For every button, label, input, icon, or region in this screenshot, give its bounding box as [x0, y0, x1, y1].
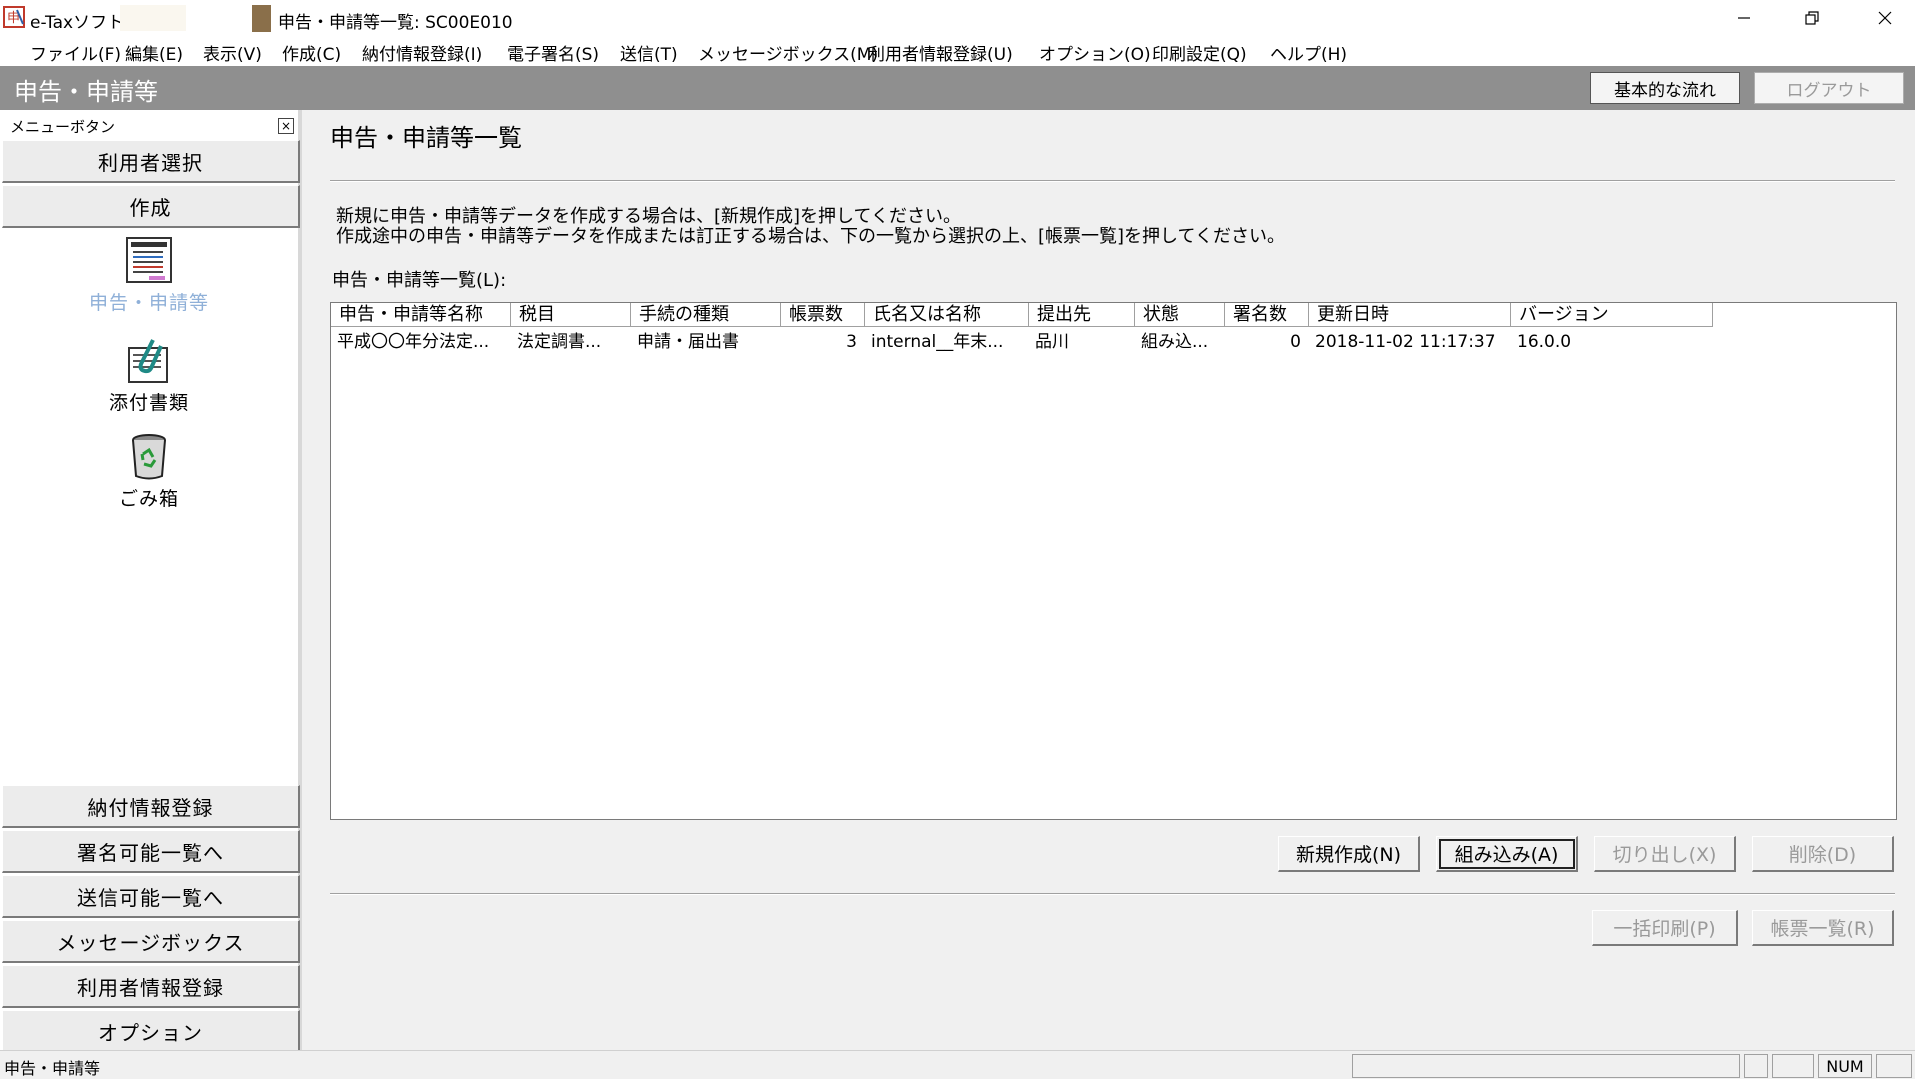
window-title: 申告・申請等一覧: SC00E010 [278, 13, 513, 33]
menu-payment-info[interactable]: 納付情報登録(I) [362, 40, 482, 65]
menu-file[interactable]: ファイル(F) [30, 40, 121, 65]
header-title: 申告・申請等 [14, 78, 158, 106]
page-header: 申告・申請等 基本的な流れ ログアウト [0, 66, 1915, 110]
document-list-icon [126, 237, 172, 283]
menu-message-box[interactable]: メッセージボックス(M) [698, 40, 878, 65]
import-button[interactable]: 組み込み(A) [1436, 836, 1578, 872]
col-header-version[interactable]: バージョン [1511, 303, 1713, 327]
sidebar-btn-create[interactable]: 作成 [2, 185, 300, 228]
menu-view[interactable]: 表示(V) [203, 40, 262, 65]
basic-flow-button[interactable]: 基本的な流れ [1590, 72, 1740, 104]
trash-icon [132, 434, 166, 480]
menu-print-settings[interactable]: 印刷設定(Q) [1152, 40, 1247, 65]
title-bar: 申 e-Taxソフト - 申告・申請等一覧: SC00E010 [0, 0, 1915, 36]
status-panel [1876, 1054, 1912, 1078]
cell-updated-at: 2018-11-02 11:17:37 [1315, 332, 1496, 352]
etax-app-icon: 申 [3, 6, 25, 28]
sidebar-btn-message-box[interactable]: メッセージボックス [2, 920, 300, 963]
sidebar-btn-payment-info[interactable]: 納付情報登録 [2, 785, 300, 828]
form-list-button[interactable]: 帳票一覧(R) [1752, 910, 1894, 946]
sidebar-item-attachments[interactable]: 添付書類 [0, 334, 298, 415]
sidebar-btn-options[interactable]: オプション [2, 1010, 300, 1053]
menu-signature[interactable]: 電子署名(S) [507, 40, 599, 65]
col-header-status[interactable]: 状態 [1135, 303, 1225, 327]
col-header-form-count[interactable]: 帳票数 [781, 303, 865, 327]
list-label: 申告・申請等一覧(L): [332, 270, 507, 291]
cell-version: 16.0.0 [1517, 332, 1572, 352]
cell-procedure: 申請・届出書 [637, 332, 739, 352]
sidebar-btn-user-info[interactable]: 利用者情報登録 [2, 965, 300, 1008]
user-name-field [120, 5, 186, 31]
menu-options[interactable]: オプション(O) [1039, 40, 1151, 65]
declarations-table[interactable]: 申告・申請等名称 税目 手続の種類 帳票数 氏名又は名称 提出先 状態 署名数 … [330, 302, 1897, 820]
status-text: 申告・申請等 [4, 1059, 101, 1078]
sidebar-btn-user-select[interactable]: 利用者選択 [2, 140, 300, 183]
sidebar-item-declarations[interactable]: 申告・申請等 [0, 234, 298, 315]
sidebar-btn-signable-list[interactable]: 署名可能一覧へ [2, 830, 300, 873]
status-panel [1352, 1054, 1740, 1078]
page-title: 申告・申請等一覧 [330, 124, 522, 152]
status-panel [1744, 1054, 1768, 1078]
table-header: 申告・申請等名称 税目 手続の種類 帳票数 氏名又は名称 提出先 状態 署名数 … [331, 303, 1896, 327]
menu-help[interactable]: ヘルプ(H) [1270, 40, 1347, 65]
cell-signature-count: 0 [1290, 332, 1301, 352]
sidebar-heading: メニューボタン [10, 118, 116, 136]
close-icon [1878, 11, 1892, 25]
col-header-tax-item[interactable]: 税目 [511, 303, 631, 327]
col-header-signature-count[interactable]: 署名数 [1225, 303, 1309, 327]
cell-form-count: 3 [846, 332, 857, 352]
menu-user-info[interactable]: 利用者情報登録(U) [868, 40, 1013, 65]
menu-send[interactable]: 送信(T) [620, 40, 678, 65]
num-lock-indicator: NUM [1818, 1054, 1872, 1078]
menu-create[interactable]: 作成(C) [282, 40, 341, 65]
sidebar-menu: メニューボタン × 利用者選択 作成 申告・申請等 添付書類 ごみ箱 納付情報登… [0, 110, 302, 1053]
document-marker-icon [252, 5, 271, 32]
cut-button[interactable]: 切り出し(X) [1594, 836, 1736, 872]
buttons-divider [330, 893, 1895, 895]
sidebar-item-label: 添付書類 [108, 392, 189, 414]
cell-taxpayer-name: internal__年末... [871, 332, 1004, 352]
col-header-procedure[interactable]: 手続の種類 [631, 303, 781, 327]
title-divider [330, 180, 1895, 182]
restore-button[interactable] [1782, 0, 1842, 36]
minimize-button[interactable] [1714, 0, 1774, 36]
col-header-updated-at[interactable]: 更新日時 [1309, 303, 1511, 327]
batch-print-button[interactable]: 一括印刷(P) [1592, 910, 1738, 946]
status-bar: 申告・申請等 NUM [0, 1050, 1915, 1079]
delete-button[interactable]: 削除(D) [1752, 836, 1894, 872]
minimize-icon [1738, 17, 1750, 19]
col-header-taxpayer-name[interactable]: 氏名又は名称 [865, 303, 1029, 327]
cell-name: 平成〇〇年分法定... [337, 332, 490, 352]
restore-icon [1805, 11, 1819, 25]
col-header-name[interactable]: 申告・申請等名称 [331, 303, 511, 327]
cell-submit-to: 品川 [1035, 332, 1069, 352]
sidebar-item-trash[interactable]: ごみ箱 [0, 430, 298, 511]
col-header-submit-to[interactable]: 提出先 [1029, 303, 1135, 327]
close-button[interactable] [1855, 0, 1915, 36]
sidebar-item-label: ごみ箱 [118, 488, 179, 510]
instruction-line-2: 作成途中の申告・申請等データを作成または訂正する場合は、下の一覧から選択の上、[… [336, 226, 1285, 247]
sidebar-btn-sendable-list[interactable]: 送信可能一覧へ [2, 875, 300, 918]
sidebar-item-label: 申告・申請等 [88, 292, 209, 314]
new-button[interactable]: 新規作成(N) [1278, 836, 1420, 872]
main-panel: 申告・申請等一覧 新規に申告・申請等データを作成する場合は、[新規作成]を押して… [306, 110, 1915, 1050]
logout-button[interactable]: ログアウト [1754, 72, 1904, 104]
sidebar-close-icon[interactable]: × [278, 118, 294, 134]
status-panel [1772, 1054, 1814, 1078]
menu-edit[interactable]: 編集(E) [125, 40, 183, 65]
cell-status: 組み込... [1141, 332, 1209, 352]
paperclip-icon [128, 339, 168, 383]
cell-tax-item: 法定調書... [517, 332, 602, 352]
menu-bar: ファイル(F) 編集(E) 表示(V) 作成(C) 納付情報登録(I) 電子署名… [0, 36, 1915, 66]
